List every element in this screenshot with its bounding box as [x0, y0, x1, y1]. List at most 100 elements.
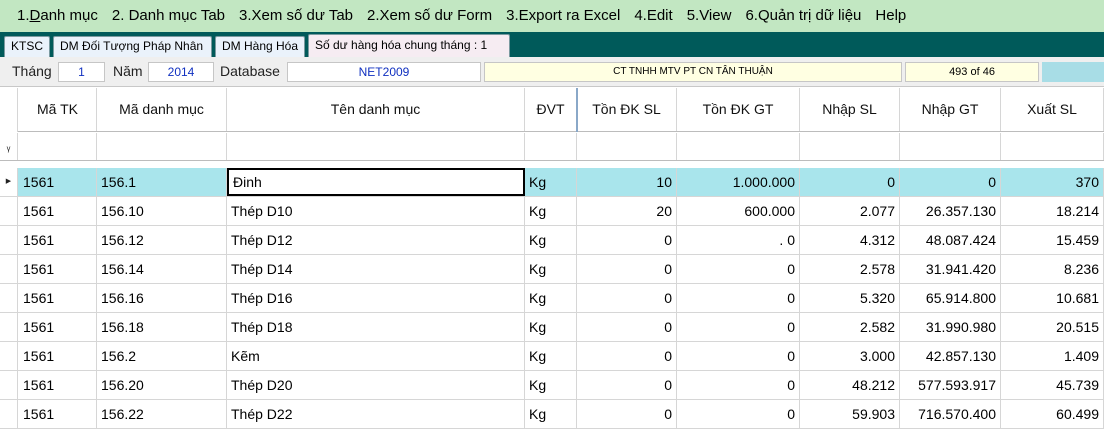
table-cell[interactable]: 0 [577, 313, 677, 341]
table-row[interactable]: 1561 156.14 Thép D14 Kg 0 0 2.578 31.941.420 8.2… [0, 255, 1104, 284]
table-row[interactable]: 1561 156.20 Thép D20 Kg 0 0 48.212 577.593.917 4… [0, 371, 1104, 400]
table-cell[interactable]: Kg [525, 197, 577, 225]
table-cell[interactable]: 5.320 [800, 284, 900, 312]
filter-cell-7[interactable] [900, 133, 1001, 160]
table-row[interactable]: 1561 156.18 Thép D18 Kg 0 0 2.582 31.990.980 20.… [0, 313, 1104, 342]
table-cell[interactable]: 156.1 [97, 168, 227, 196]
table-cell[interactable]: Kg [525, 168, 577, 196]
table-cell[interactable]: 59.903 [800, 400, 900, 428]
table-cell[interactable]: 3.000 [800, 342, 900, 370]
table-row[interactable]: 1561 156.22 Thép D22 Kg 0 0 59.903 716.570.400 6… [0, 400, 1104, 429]
column-header-0[interactable]: Mã TK [19, 88, 97, 131]
table-cell[interactable]: 156.16 [97, 284, 227, 312]
table-cell[interactable]: 31.941.420 [900, 255, 1001, 283]
table-cell[interactable]: 0 [677, 313, 800, 341]
year-input[interactable]: 2014 [148, 62, 214, 82]
table-cell[interactable]: 1561 [19, 342, 97, 370]
table-cell[interactable]: 0 [677, 284, 800, 312]
table-cell[interactable]: Kg [525, 284, 577, 312]
table-cell[interactable]: Kg [525, 342, 577, 370]
table-cell[interactable]: 10 [577, 168, 677, 196]
menu-item-4[interactable]: 3.Export ra Excel [499, 0, 627, 32]
menu-item-0[interactable]: 1.Danh mục [10, 0, 105, 32]
filter-cell-3[interactable] [525, 133, 577, 160]
column-header-4[interactable]: Tồn ĐK SL [577, 88, 677, 131]
table-cell[interactable]: 4.312 [800, 226, 900, 254]
column-header-7[interactable]: Nhập GT [900, 88, 1001, 131]
table-cell[interactable]: 31.990.980 [900, 313, 1001, 341]
table-cell[interactable]: 15.459 [1001, 226, 1104, 254]
table-cell[interactable]: 0 [577, 400, 677, 428]
column-header-1[interactable]: Mã danh mục [97, 88, 227, 131]
table-cell[interactable]: Thép D14 [227, 255, 525, 283]
tab-so-du-hang-hoa[interactable]: Số dư hàng hóa chung tháng : 1 [308, 34, 510, 57]
column-header-5[interactable]: Tồn ĐK GT [677, 88, 800, 131]
database-input[interactable]: NET2009 [287, 62, 481, 82]
table-cell[interactable]: 2.077 [800, 197, 900, 225]
table-cell[interactable]: 48.212 [800, 371, 900, 399]
table-cell[interactable]: 156.18 [97, 313, 227, 341]
table-cell[interactable]: 2.578 [800, 255, 900, 283]
table-cell[interactable]: 156.2 [97, 342, 227, 370]
table-cell[interactable]: 65.914.800 [900, 284, 1001, 312]
menu-item-2[interactable]: 3.Xem số dư Tab [232, 0, 360, 32]
table-cell[interactable]: 0 [577, 255, 677, 283]
table-cell[interactable]: 8.236 [1001, 255, 1104, 283]
table-cell[interactable]: 60.499 [1001, 400, 1104, 428]
table-cell[interactable]: 156.20 [97, 371, 227, 399]
table-cell[interactable]: 45.739 [1001, 371, 1104, 399]
table-cell[interactable]: 48.087.424 [900, 226, 1001, 254]
table-cell[interactable]: 156.22 [97, 400, 227, 428]
table-cell[interactable]: 20.515 [1001, 313, 1104, 341]
table-cell[interactable]: 0 [677, 400, 800, 428]
table-cell[interactable]: Kẽm [227, 342, 525, 370]
table-cell[interactable]: 42.857.130 [900, 342, 1001, 370]
table-cell[interactable]: Thép D16 [227, 284, 525, 312]
table-cell[interactable]: Kg [525, 371, 577, 399]
table-cell[interactable]: Kg [525, 313, 577, 341]
table-cell[interactable]: 10.681 [1001, 284, 1104, 312]
month-input[interactable]: 1 [58, 62, 105, 82]
filter-cell-8[interactable] [1001, 133, 1104, 160]
table-cell[interactable]: 156.12 [97, 226, 227, 254]
table-cell[interactable]: 0 [577, 284, 677, 312]
table-cell[interactable]: 156.14 [97, 255, 227, 283]
table-cell[interactable]: 20 [577, 197, 677, 225]
table-cell[interactable]: 2.582 [800, 313, 900, 341]
table-cell[interactable]: 0 [677, 255, 800, 283]
table-cell[interactable]: 0 [800, 168, 900, 196]
table-cell[interactable]: 0 [900, 168, 1001, 196]
table-cell[interactable]: 26.357.130 [900, 197, 1001, 225]
table-row[interactable]: ▶ 1561 156.1 Đinh Kg 10 1.000.000 0 0 370 [0, 168, 1104, 197]
menu-item-6[interactable]: 5.View [680, 0, 739, 32]
table-cell[interactable]: Kg [525, 255, 577, 283]
filter-cell-4[interactable] [577, 133, 677, 160]
table-row[interactable]: 1561 156.2 Kẽm Kg 0 0 3.000 42.857.130 1.409 [0, 342, 1104, 371]
filter-cell-2[interactable] [227, 133, 525, 160]
column-header-3[interactable]: ĐVT [525, 88, 577, 131]
table-cell[interactable]: 0 [577, 342, 677, 370]
table-cell[interactable]: 18.214 [1001, 197, 1104, 225]
table-cell[interactable]: Thép D20 [227, 371, 525, 399]
table-cell[interactable]: 1561 [19, 400, 97, 428]
table-cell[interactable]: Thép D12 [227, 226, 525, 254]
filter-cell-6[interactable] [800, 133, 900, 160]
menu-item-8[interactable]: Help [868, 0, 913, 32]
menu-item-3[interactable]: 2.Xem số dư Form [360, 0, 499, 32]
table-cell[interactable]: 1561 [19, 371, 97, 399]
table-cell[interactable]: 0 [677, 342, 800, 370]
table-row[interactable]: 1561 156.16 Thép D16 Kg 0 0 5.320 65.914.800 10.… [0, 284, 1104, 313]
table-row[interactable]: 1561 156.12 Thép D12 Kg 0. 0 4.312 48.087.424 1… [0, 226, 1104, 255]
table-cell[interactable]: 1561 [19, 226, 97, 254]
filter-cell-1[interactable] [97, 133, 227, 160]
filter-cell-5[interactable] [677, 133, 800, 160]
table-cell[interactable]: Đinh [227, 168, 525, 196]
table-cell[interactable]: 577.593.917 [900, 371, 1001, 399]
column-header-6[interactable]: Nhập SL [800, 88, 900, 131]
column-header-2[interactable]: Tên danh mục [227, 88, 525, 131]
table-cell[interactable]: Thép D22 [227, 400, 525, 428]
menu-item-1[interactable]: 2. Danh mục Tab [105, 0, 232, 32]
tab-dm-doi-tuong[interactable]: DM Đối Tượng Pháp Nhân [53, 36, 212, 57]
menu-item-7[interactable]: 6.Quản trị dữ liệu [738, 0, 868, 32]
table-cell[interactable]: 1.000.000 [677, 168, 800, 196]
